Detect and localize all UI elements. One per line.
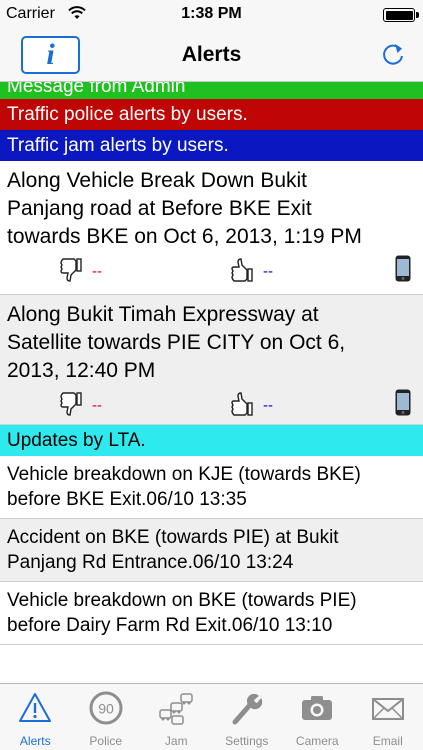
tab-jam[interactable]: Jam — [141, 684, 212, 750]
speed-limit-value: 90 — [98, 701, 114, 717]
alert-actions: -- -- — [0, 251, 423, 291]
like-count: -- — [263, 397, 273, 414]
tab-label: Police — [89, 734, 123, 748]
user-alert-item[interactable]: Along Bukit Timah Expressway at Satellit… — [0, 295, 423, 425]
alert-text: Along Vehicle Break Down Bukit Panjang r… — [7, 169, 362, 248]
thumbs-up-icon[interactable] — [230, 391, 254, 417]
thumbs-down-icon[interactable] — [59, 391, 83, 417]
lta-update-item[interactable]: Accident on BKE (towards PIE) at Bukit P… — [0, 519, 423, 582]
refresh-icon[interactable] — [379, 40, 407, 68]
battery-icon — [383, 8, 419, 22]
tab-label: Email — [372, 734, 403, 748]
police-alerts-banner[interactable]: Traffic police alerts by users. — [0, 99, 423, 130]
user-alert-item[interactable]: Along Vehicle Break Down Bukit Panjang r… — [0, 161, 423, 295]
update-line: before Dairy Farm Rd Exit.06/10 13:10 — [7, 615, 333, 636]
update-line: Vehicle breakdown on BKE (towards PIE) — [7, 590, 357, 611]
camera-icon — [302, 696, 333, 720]
admin-message-banner[interactable]: Message from Admin — [0, 82, 423, 99]
traffic-jam-icon — [159, 693, 193, 725]
alert-actions: -- -- — [0, 385, 423, 425]
lta-update-item[interactable]: Vehicle breakdown on BKE (towards PIE) b… — [0, 582, 423, 645]
phone-icon — [395, 255, 411, 282]
thumbs-up-icon[interactable] — [230, 257, 254, 283]
tab-alerts[interactable]: Alerts — [0, 684, 71, 750]
alerts-list[interactable]: Message from Admin Traffic police alerts… — [0, 82, 423, 683]
thumbs-down-icon[interactable] — [59, 257, 83, 283]
tab-label: Camera — [295, 734, 339, 748]
navigation-bar: i Alerts — [0, 30, 423, 82]
dislike-count: -- — [92, 263, 102, 280]
status-bar: Carrier 1:38 PM — [0, 0, 423, 30]
tab-label: Jam — [164, 734, 188, 748]
like-count: -- — [263, 263, 273, 280]
tab-camera[interactable]: Camera — [282, 684, 353, 750]
update-line: Accident on BKE (towards PIE) at Bukit — [7, 527, 339, 548]
page-title: Alerts — [181, 43, 242, 66]
envelope-icon — [371, 698, 404, 720]
wrench-icon — [232, 693, 262, 725]
tab-settings[interactable]: Settings — [212, 684, 283, 750]
alert-text: Along Bukit Timah Expressway at Satellit… — [7, 303, 346, 382]
phone-icon — [395, 389, 411, 416]
tab-label: Alerts — [19, 734, 51, 748]
update-line: Panjang Rd Entrance.06/10 13:24 — [7, 552, 294, 573]
lta-update-item[interactable]: Vehicle breakdown on KJE (towards BKE) b… — [0, 456, 423, 519]
tab-label: Settings — [225, 734, 269, 748]
warning-triangle-icon — [19, 693, 52, 722]
admin-banner-label: Message from Admin — [7, 82, 186, 97]
speed-limit-icon: 90 — [89, 691, 123, 725]
update-line: before BKE Exit.06/10 13:35 — [7, 489, 247, 510]
jam-alerts-banner[interactable]: Traffic jam alerts by users. — [0, 130, 423, 161]
clock: 1:38 PM — [181, 5, 242, 22]
update-line: Vehicle breakdown on KJE (towards BKE) — [7, 464, 361, 485]
tab-police[interactable]: 90 Police — [71, 684, 142, 750]
tab-email[interactable]: Email — [353, 684, 423, 750]
lta-updates-banner[interactable]: Updates by LTA. — [0, 425, 423, 456]
tab-bar: Alerts 90 Police Jam Settings Camera Ema… — [0, 683, 423, 750]
dislike-count: -- — [92, 397, 102, 414]
